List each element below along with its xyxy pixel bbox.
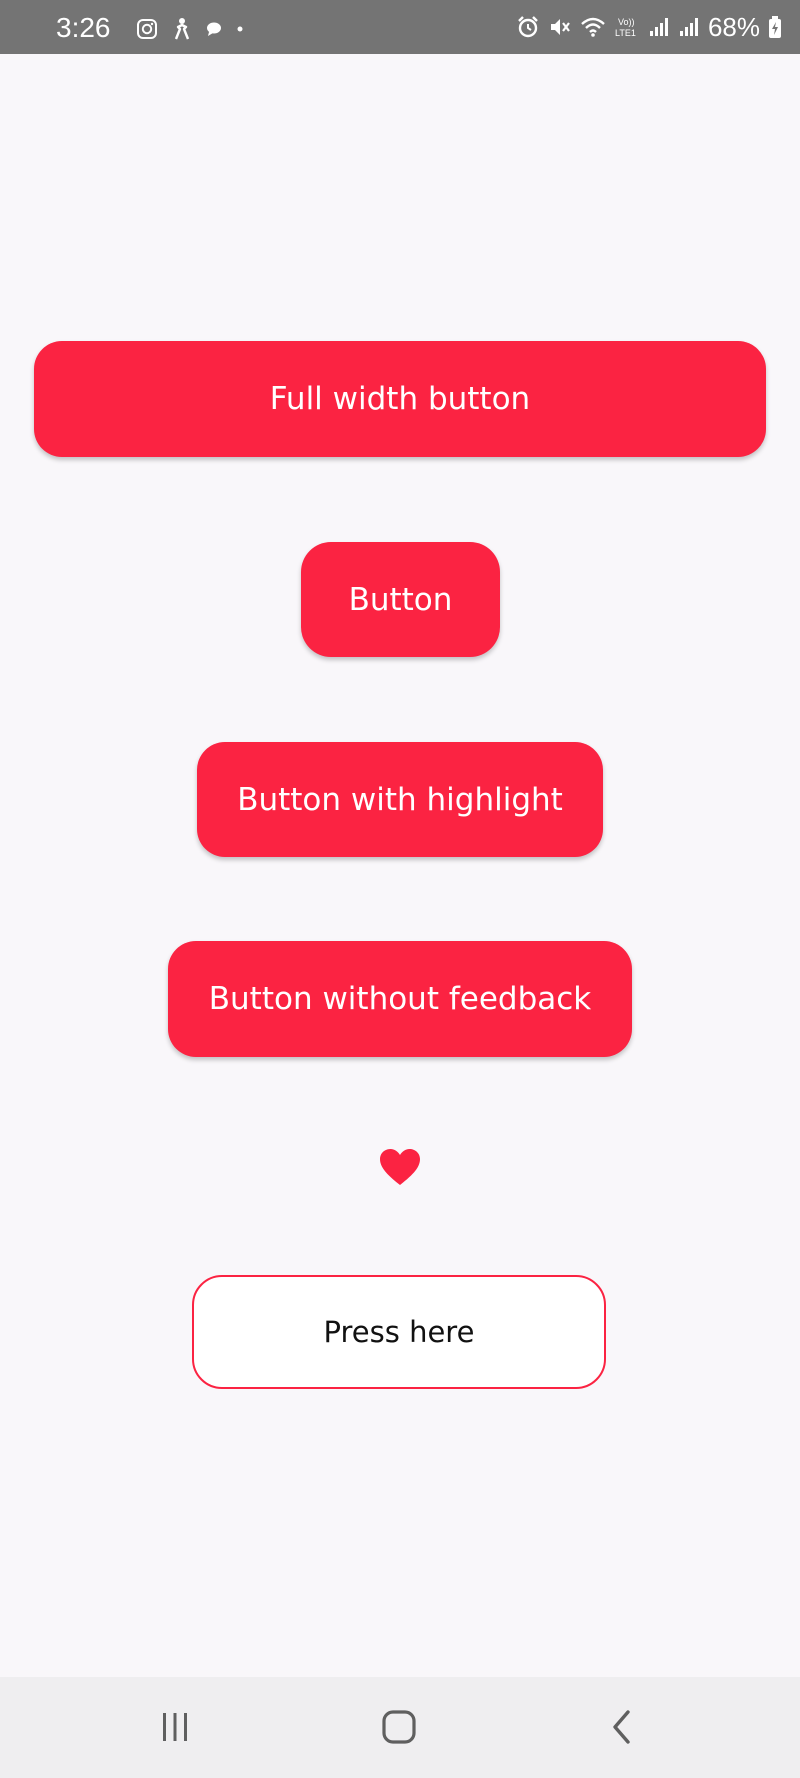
svg-text:Vo)): Vo)) — [618, 17, 635, 27]
button-without-feedback-label: Button without feedback — [208, 981, 592, 1017]
back-icon — [607, 1709, 637, 1745]
navigation-bar — [0, 1677, 800, 1778]
wifi-icon — [580, 16, 606, 38]
status-bar: 3:26 Vo)) LTE1 68% — [0, 0, 800, 54]
button-without-feedback[interactable]: Button without feedback — [168, 941, 632, 1057]
full-width-button[interactable]: Full width button — [34, 341, 766, 457]
mute-icon — [548, 15, 572, 39]
accessibility-icon — [172, 17, 192, 41]
home-icon — [381, 1709, 417, 1745]
button-label: Button — [348, 581, 453, 618]
chat-bubble-icon — [206, 22, 222, 36]
press-here-label: Press here — [323, 1315, 475, 1349]
screen: 3:26 Vo)) LTE1 68% Full width button But… — [0, 0, 800, 1778]
recents-button[interactable] — [135, 1697, 215, 1757]
button[interactable]: Button — [301, 542, 500, 657]
battery-percentage: 68% — [707, 11, 760, 42]
signal-icon — [648, 16, 670, 38]
volte-icon: Vo)) LTE1 — [614, 14, 640, 40]
notification-icons — [136, 17, 244, 41]
back-button[interactable] — [582, 1697, 662, 1757]
instagram-icon — [136, 18, 158, 40]
system-icons: Vo)) LTE1 68% — [516, 12, 782, 42]
signal-icon-2 — [678, 16, 700, 38]
home-button[interactable] — [359, 1697, 439, 1757]
status-time: 3:26 — [56, 12, 111, 43]
recents-icon — [158, 1710, 192, 1744]
press-here-button[interactable]: Press here — [192, 1275, 606, 1389]
dot-icon — [236, 25, 244, 33]
button-with-highlight-label: Button with highlight — [237, 781, 563, 818]
alarm-icon — [516, 15, 540, 39]
heart-icon[interactable] — [378, 1147, 422, 1187]
battery-icon — [768, 15, 782, 39]
full-width-button-label: Full width button — [269, 381, 531, 417]
svg-text:LTE1: LTE1 — [615, 28, 636, 38]
button-with-highlight[interactable]: Button with highlight — [197, 742, 603, 857]
